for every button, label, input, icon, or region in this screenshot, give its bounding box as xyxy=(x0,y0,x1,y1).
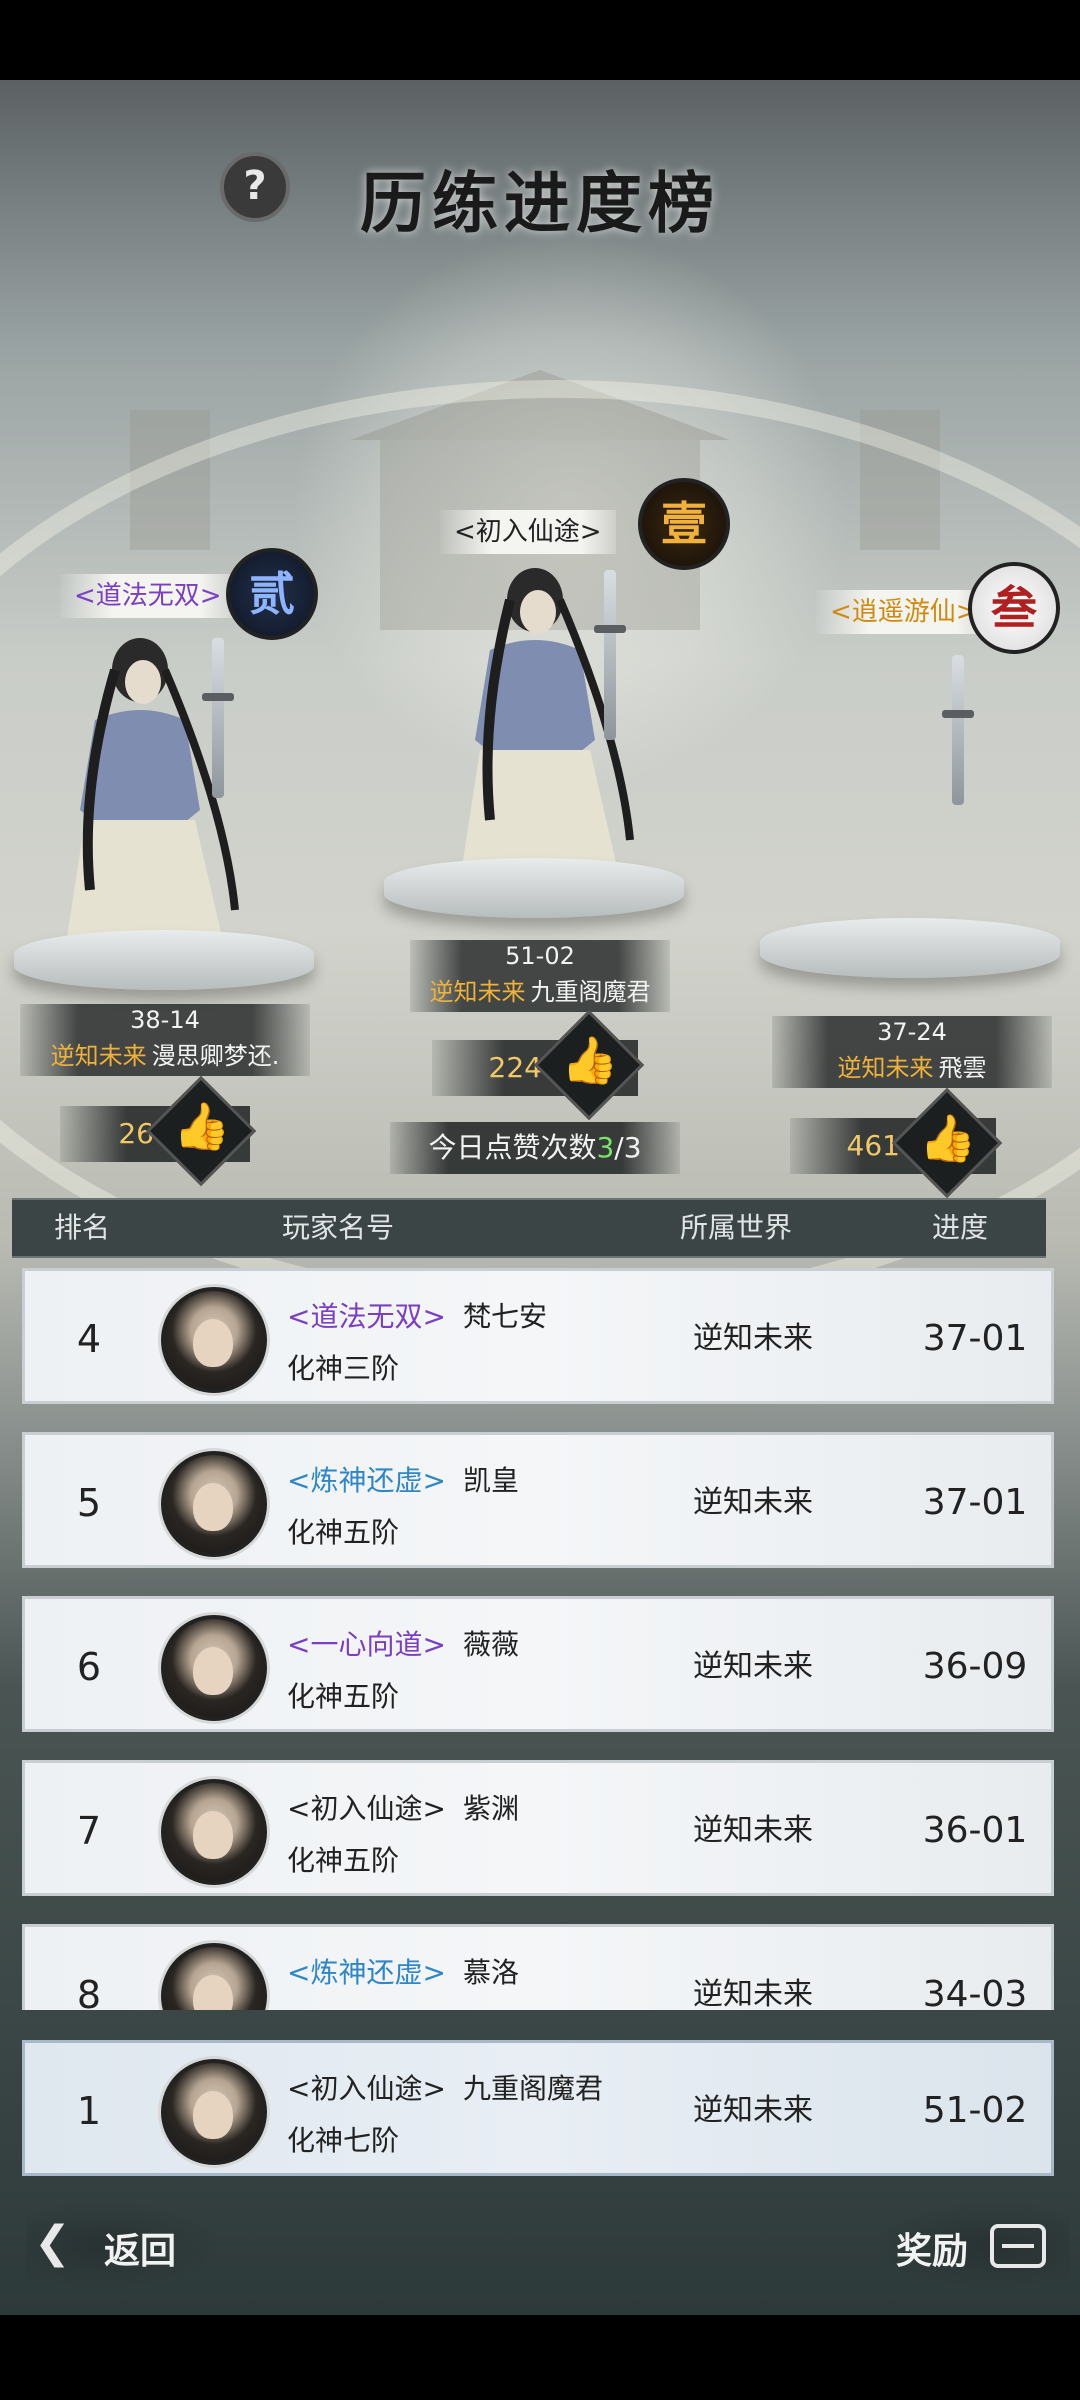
my-rank-row[interactable]: 1 <初入仙途> 九重阁魔君 化神七阶 逆知未来 51-02 xyxy=(22,2040,1054,2176)
row-progress: 36-01 xyxy=(922,1810,1028,1851)
row-rank: 6 xyxy=(76,1645,102,1689)
third-place-sword[interactable] xyxy=(942,655,974,805)
header-rank: 排名 xyxy=(54,1211,111,1244)
my-sect: <初入仙途> xyxy=(287,2072,446,2105)
row-player-name: 梵七安 xyxy=(463,1300,548,1333)
row-realm: 化神五阶 xyxy=(287,1516,400,1549)
row-player-name: 凯皇 xyxy=(463,1464,520,1497)
row-player-name: 薇薇 xyxy=(463,1628,520,1661)
row-world: 逆知未来 xyxy=(693,1977,813,2010)
row-realm: 化神五阶 xyxy=(287,1680,400,1713)
daily-likes-separator: / xyxy=(614,1131,624,1164)
third-place-player: 飛雲 xyxy=(938,1054,987,1082)
row-rank: 7 xyxy=(76,1809,102,1853)
third-place-like[interactable]: 461 👍 xyxy=(790,1087,1003,1199)
row-rank: 4 xyxy=(76,1317,102,1361)
third-place-seal: 叁 xyxy=(968,562,1060,654)
first-place-like[interactable]: 224 👍 xyxy=(432,1009,645,1121)
ranking-list[interactable]: 4 <道法无双> 梵七安 化神三阶 逆知未来 37-01 5 <炼神还虚> 凯皇… xyxy=(0,1262,1080,2010)
first-place-info: 51-02 逆知未来 九重阁魔君 xyxy=(410,940,670,1012)
title-bar: 历练进度榜 xyxy=(240,140,840,250)
thumbs-up-icon: 👍 xyxy=(173,1099,231,1153)
thumbs-up-icon: 👍 xyxy=(919,1111,977,1165)
row-rank: 5 xyxy=(76,1481,102,1525)
second-place-character[interactable] xyxy=(30,630,260,960)
row-world: 逆知未来 xyxy=(693,1813,813,1848)
second-place-world: 逆知未来 xyxy=(50,1042,147,1070)
back-arrow-icon[interactable]: ❮ xyxy=(34,2218,84,2268)
row-progress: 36-09 xyxy=(922,1646,1028,1687)
my-progress: 51-02 xyxy=(922,2090,1028,2131)
row-world: 逆知未来 xyxy=(693,1321,813,1356)
avatar[interactable] xyxy=(161,1615,267,1721)
avatar[interactable] xyxy=(161,2059,267,2165)
first-place-seal: 壹 xyxy=(638,478,730,570)
reward-label[interactable]: 奖励 xyxy=(896,2222,968,2274)
header-name: 玩家名号 xyxy=(282,1211,395,1244)
first-place-code: 51-02 xyxy=(505,942,575,970)
table-row[interactable]: 8 <炼神还虚> 慕洛 逆知未来 34-03 xyxy=(22,1924,1054,2010)
third-place-like-count: 461 xyxy=(846,1129,900,1162)
second-place-like[interactable]: 26 👍 xyxy=(60,1075,257,1187)
row-progress: 37-01 xyxy=(922,1482,1028,1523)
first-place-player: 九重阁魔君 xyxy=(530,978,651,1006)
row-sect: <炼神还虚> xyxy=(287,1956,446,1989)
third-place-world: 逆知未来 xyxy=(837,1054,934,1082)
my-world: 逆知未来 xyxy=(693,2093,813,2128)
row-sect: <炼神还虚> xyxy=(287,1464,446,1497)
second-place-player: 漫思卿梦还. xyxy=(151,1042,280,1070)
second-place-info: 38-14 逆知未来 漫思卿梦还. xyxy=(20,1004,310,1076)
avatar[interactable] xyxy=(161,1779,267,1885)
first-place-sect: <初入仙途> xyxy=(440,510,616,554)
table-header: 排名 玩家名号 所属世界 进度 xyxy=(12,1198,1046,1258)
table-row[interactable]: 6 <一心向道> 薇薇 化神五阶 逆知未来 36-09 xyxy=(22,1596,1054,1732)
system-navigation-bar xyxy=(0,2315,1080,2400)
third-place-sect: <逍遥游仙> xyxy=(816,590,992,634)
header-world: 所属世界 xyxy=(680,1211,793,1244)
my-realm: 化神七阶 xyxy=(287,2124,400,2157)
first-place-world: 逆知未来 xyxy=(429,978,526,1006)
avatar[interactable] xyxy=(161,1451,267,1557)
third-place-code: 37-24 xyxy=(877,1018,947,1046)
avatar[interactable] xyxy=(161,1287,267,1393)
row-progress: 34-03 xyxy=(922,1974,1028,2010)
page-title: 历练进度榜 xyxy=(360,164,720,242)
header-progress: 进度 xyxy=(932,1211,989,1244)
table-row[interactable]: 4 <道法无双> 梵七安 化神三阶 逆知未来 37-01 xyxy=(22,1268,1054,1404)
back-label[interactable]: 返回 xyxy=(104,2222,176,2274)
thumbs-up-icon: 👍 xyxy=(561,1033,619,1087)
row-sect: <初入仙途> xyxy=(287,1792,446,1825)
row-sect: <道法无双> xyxy=(287,1300,446,1333)
my-player-name: 九重阁魔君 xyxy=(463,2072,604,2105)
row-sect: <一心向道> xyxy=(287,1628,446,1661)
third-place-info: 37-24 逆知未来 飛雲 xyxy=(772,1016,1052,1088)
second-place-sect: <道法无双> xyxy=(60,574,236,618)
row-progress: 37-01 xyxy=(922,1318,1028,1359)
daily-likes-counter: 今日点赞次数3/3 xyxy=(390,1122,680,1174)
row-realm: 化神五阶 xyxy=(287,1844,400,1877)
table-row[interactable]: 5 <炼神还虚> 凯皇 化神五阶 逆知未来 37-01 xyxy=(22,1432,1054,1568)
second-place-sword xyxy=(202,638,234,798)
row-world: 逆知未来 xyxy=(693,1649,813,1684)
my-rank: 1 xyxy=(76,2089,102,2133)
first-place-sword xyxy=(594,570,626,740)
daily-likes-total: 3 xyxy=(623,1131,642,1164)
row-rank: 8 xyxy=(76,1973,102,2010)
table-row[interactable]: 7 <初入仙途> 紫渊 化神五阶 逆知未来 36-01 xyxy=(22,1760,1054,1896)
chest-icon[interactable] xyxy=(990,2224,1046,2268)
second-place-code: 38-14 xyxy=(130,1006,200,1034)
row-player-name: 慕洛 xyxy=(463,1956,520,1989)
daily-likes-used: 3 xyxy=(596,1131,615,1164)
first-place-like-count: 224 xyxy=(488,1051,542,1084)
row-realm: 化神三阶 xyxy=(287,1352,400,1385)
daily-likes-label: 今日点赞次数 xyxy=(428,1131,597,1164)
row-world: 逆知未来 xyxy=(693,1485,813,1520)
second-place-seal: 贰 xyxy=(226,548,318,640)
third-place-platform xyxy=(760,918,1060,978)
second-place-platform xyxy=(14,930,314,990)
avatar[interactable] xyxy=(161,1943,267,2010)
row-player-name: 紫渊 xyxy=(463,1792,520,1825)
first-place-platform xyxy=(384,858,684,918)
